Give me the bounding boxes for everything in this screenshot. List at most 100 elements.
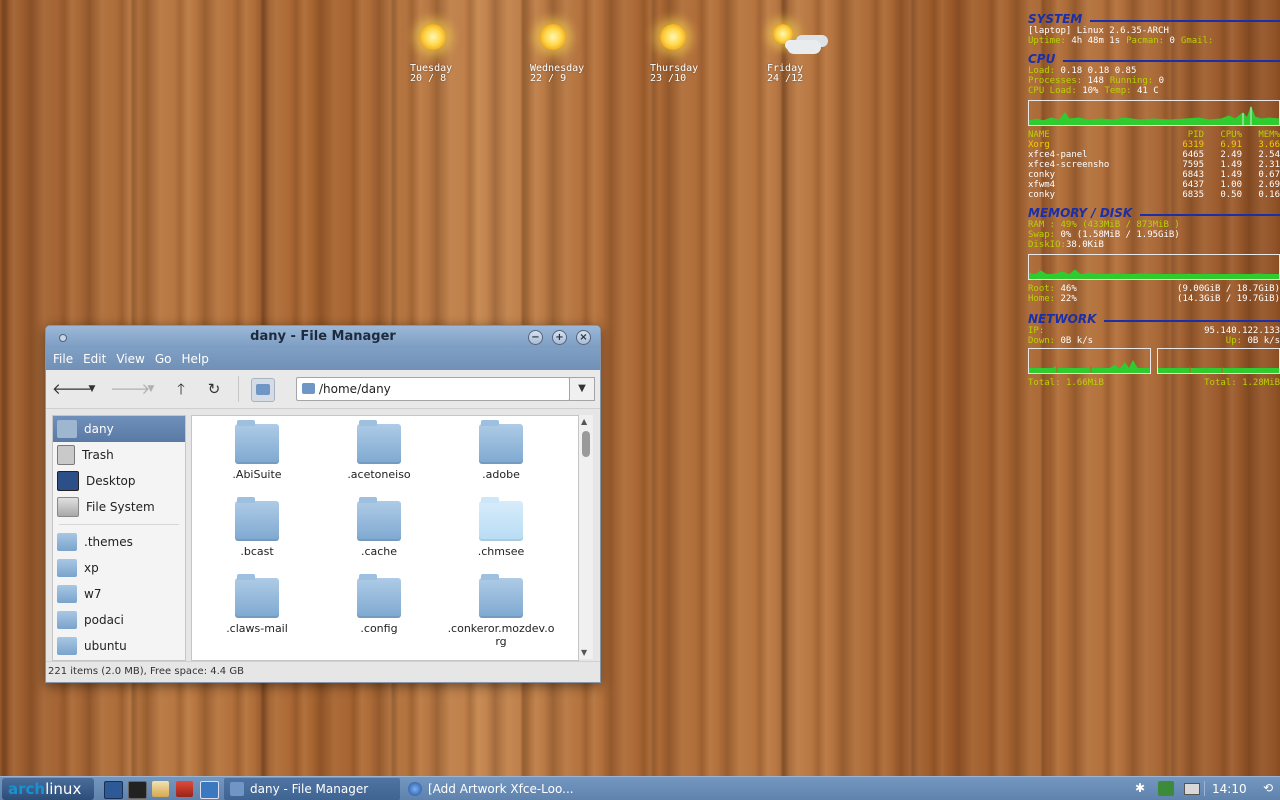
location-bar[interactable]: /home/dany (296, 377, 570, 401)
home-icon[interactable] (251, 378, 275, 402)
maximize-button[interactable]: + (552, 330, 567, 345)
folder-icon (357, 497, 401, 541)
forward-arrow-icon[interactable]: 🡒 (110, 378, 150, 400)
sidebar-item-filesystem[interactable]: File System (53, 494, 185, 520)
battery-icon[interactable] (1184, 783, 1200, 795)
terminal-icon[interactable] (128, 781, 147, 799)
sidebar-item-w7[interactable]: w7 (53, 581, 185, 607)
up-arrow-icon[interactable]: 🡑 (170, 378, 192, 400)
weather-temps: 20 / 8 (410, 73, 447, 84)
network-graphs (1028, 348, 1280, 374)
load-label: Load: (1028, 66, 1056, 76)
home-size: (14.3GiB / 19.7GiB) (1177, 294, 1280, 304)
menu-file[interactable]: File (48, 348, 78, 370)
bluetooth-icon[interactable]: ✱ (1132, 781, 1148, 796)
desktop-icon (57, 471, 79, 491)
folder-item[interactable]: .bcast (196, 497, 318, 558)
menu-edit[interactable]: Edit (78, 348, 111, 370)
folder-icon (357, 574, 401, 618)
location-dropdown-icon[interactable]: ▼ (569, 377, 595, 401)
conky-load-line: Load: 0.18 0.18 0.85 (1028, 66, 1280, 76)
sidebar-item-trash[interactable]: Trash (53, 442, 185, 468)
clock[interactable]: 14:10 (1212, 777, 1247, 800)
network-icon[interactable] (1158, 781, 1174, 796)
scroll-down-icon[interactable]: ▼ (581, 648, 587, 657)
vertical-scrollbar[interactable]: ▲ ▼ (579, 415, 593, 659)
folder-icon (479, 420, 523, 464)
conky-root-line: Root: 46% (9.00GiB / 18.7GiB) (1028, 284, 1280, 294)
window-titlebar[interactable]: dany - File Manager − + × (46, 326, 600, 348)
process-mem: 2.31 (1258, 160, 1280, 170)
status-bar: 221 items (2.0 MB), Free space: 4.4 GB (46, 661, 600, 682)
total-up-value: 1.28MiB (1242, 378, 1280, 388)
back-arrow-icon[interactable]: 🡐 (52, 378, 92, 400)
conky-monitor: SYSTEM [laptop] Linux 2.6.35-ARCH Uptime… (1028, 10, 1280, 388)
sidebar-item-label: Desktop (86, 474, 136, 488)
folder-item[interactable]: .adobe (440, 420, 562, 481)
linux-logo-text: linux (45, 780, 82, 798)
sidebar-item-desktop[interactable]: Desktop (53, 468, 185, 494)
folder-item[interactable]: .AbiSuite (196, 420, 318, 481)
temp-label: Temp: (1104, 86, 1132, 96)
scrollbar-thumb[interactable] (582, 431, 590, 457)
applications-menu-button[interactable]: archlinux (2, 778, 94, 800)
forward-dropdown-icon[interactable]: ▼ (140, 378, 162, 400)
process-row: xfwm4 6437 1.00 2.69 (1028, 180, 1280, 190)
process-mem: 2.69 (1258, 180, 1280, 190)
menu-go[interactable]: Go (150, 348, 177, 370)
folder-item[interactable]: .cache (318, 497, 440, 558)
root-size: (9.00GiB / 18.7GiB) (1177, 284, 1280, 294)
tray-separator (1204, 781, 1205, 796)
sidebar-item-label: w7 (84, 587, 102, 601)
running-label: Running: (1109, 76, 1154, 86)
sidebar-item-label: .themes (84, 535, 133, 549)
pacman-value: 0 (1169, 36, 1175, 46)
icon-view: .AbiSuite .acetoneiso .adobe .bcast .cac… (191, 415, 579, 661)
sidebar-item-themes[interactable]: .themes (53, 529, 185, 555)
sun-icon (540, 24, 566, 50)
folder-icon (479, 574, 523, 618)
folder-item[interactable]: .conkeror.mozdev.o rg (440, 574, 562, 648)
col-cpu: CPU% (1220, 130, 1242, 140)
menu-help[interactable]: Help (176, 348, 213, 370)
conky-cpuload-line: CPU Load: 10% Temp: 41 C (1028, 86, 1280, 96)
cpu-graph (1028, 100, 1280, 126)
back-dropdown-icon[interactable]: ▼ (81, 378, 103, 400)
menu-view[interactable]: View (111, 348, 149, 370)
close-button[interactable]: × (576, 330, 591, 345)
task-browser[interactable]: [Add Artwork Xfce-Loo... (402, 778, 578, 800)
folder-item[interactable]: .config (318, 574, 440, 635)
down-value: 0B k/s (1060, 336, 1094, 346)
settings-icon[interactable] (200, 781, 219, 799)
minimize-button[interactable]: − (528, 330, 543, 345)
task-label: [Add Artwork Xfce-Loo... (428, 782, 574, 796)
home-percent: 22% (1060, 294, 1077, 304)
ram-label: RAM : (1028, 220, 1056, 230)
process-row: Xorg 6319 6.91 3.66 (1028, 140, 1280, 150)
sidebar-item-ubuntu[interactable]: ubuntu (53, 633, 185, 659)
conky-speed-line: Down: 0B k/s Up: 0B k/s (1028, 336, 1280, 346)
process-mem: 3.66 (1258, 140, 1280, 150)
cpuload-value: 10% (1082, 86, 1099, 96)
text-editor-icon[interactable] (152, 781, 169, 797)
folder-item[interactable]: .chmsee (440, 497, 562, 558)
folder-item[interactable]: .acetoneiso (318, 420, 440, 481)
folder-item[interactable]: .claws-mail (196, 574, 318, 635)
process-pid: 7595 (1182, 160, 1204, 170)
show-desktop-icon[interactable] (104, 781, 123, 799)
weather-temps: 23 /10 (650, 73, 687, 84)
folder-label: .acetoneiso (347, 468, 411, 481)
conky-ip-line: IP: 95.140.122.133 (1028, 326, 1280, 336)
task-file-manager[interactable]: dany - File Manager (224, 778, 400, 800)
sidebar-item-podaci[interactable]: podaci (53, 607, 185, 633)
sidebar-item-dany[interactable]: dany (53, 416, 185, 442)
reload-icon[interactable]: ↻ (203, 378, 225, 400)
sidebar-item-xp[interactable]: xp (53, 555, 185, 581)
sun-icon (420, 24, 446, 50)
upload-graph (1157, 348, 1280, 374)
logout-icon[interactable]: ⟲ (1260, 781, 1276, 796)
screenshot-icon[interactable] (176, 781, 193, 797)
ram-value: 49% (433MiB / 873MiB ) (1060, 220, 1180, 230)
scroll-up-icon[interactable]: ▲ (581, 417, 587, 426)
folder-icon (57, 533, 77, 551)
